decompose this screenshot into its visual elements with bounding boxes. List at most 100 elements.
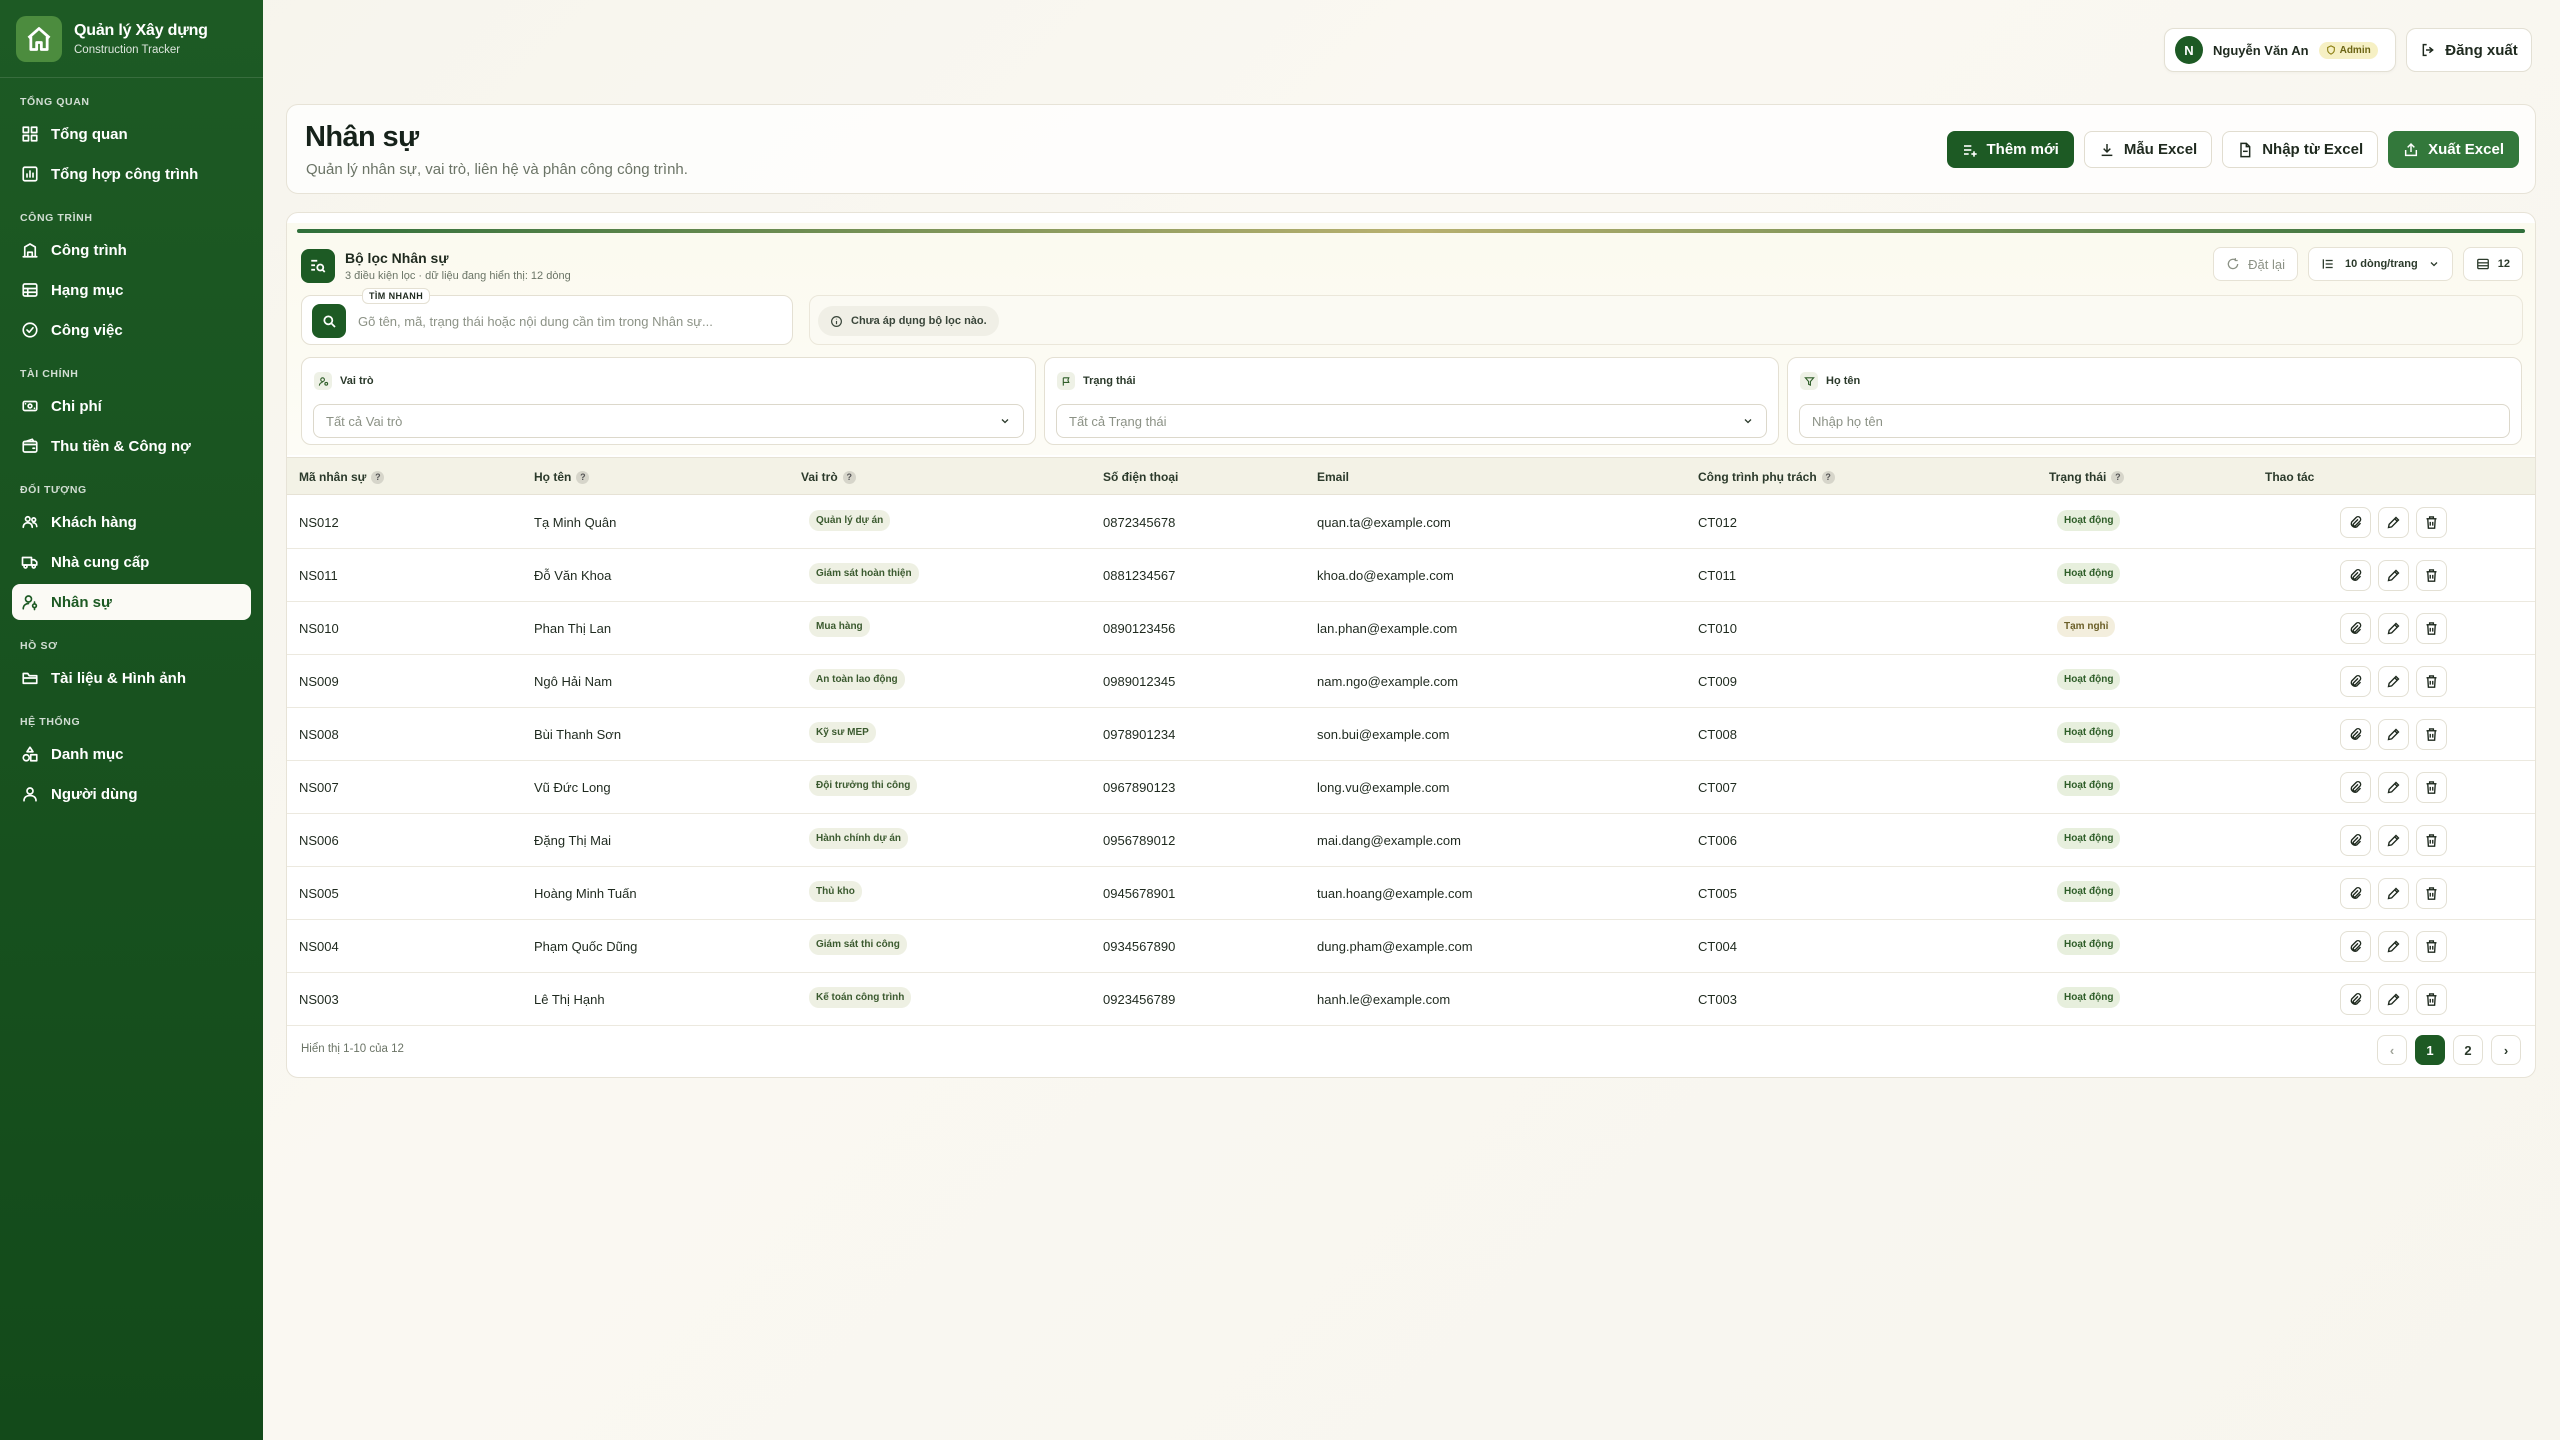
sidebar-item[interactable]: Công việc — [12, 312, 251, 348]
edit-button[interactable] — [2378, 931, 2409, 962]
col-name[interactable]: Họ tên? — [534, 470, 590, 484]
attach-button[interactable] — [2340, 878, 2371, 909]
table-row[interactable]: NS010 Phan Thị Lan Mua hàng 0890123456 lan.p… — [287, 602, 2535, 655]
sidebar-item[interactable]: Nhà cung cấp — [12, 544, 251, 580]
delete-button[interactable] — [2416, 825, 2447, 856]
attach-button[interactable] — [2340, 984, 2371, 1015]
attach-button[interactable] — [2340, 719, 2371, 750]
edit-button[interactable] — [2378, 984, 2409, 1015]
nav-section-title: CÔNG TRÌNH — [20, 212, 93, 224]
status-select[interactable]: Tất cả Trạng thái — [1056, 404, 1767, 438]
add-button[interactable]: Thêm mới — [1946, 131, 2074, 168]
delete-button[interactable] — [2416, 772, 2447, 803]
user-menu[interactable]: N Nguyễn Văn An Admin — [2164, 28, 2396, 72]
nav-section-title: TỔNG QUAN — [20, 96, 90, 108]
sidebar-item[interactable]: Tổng hợp công trình — [12, 156, 251, 192]
attach-button[interactable] — [2340, 666, 2371, 697]
import-excel-button[interactable]: Nhập từ Excel — [2222, 131, 2379, 168]
table-row[interactable]: NS006 Đặng Thị Mai Hành chính dự án 0956789… — [287, 814, 2535, 867]
cell-email: long.vu@example.com — [1317, 780, 1450, 795]
excel-template-button[interactable]: Mẫu Excel — [2083, 131, 2213, 168]
delete-button[interactable] — [2416, 878, 2447, 909]
search-icon[interactable] — [312, 304, 346, 338]
edit-button[interactable] — [2378, 613, 2409, 644]
sidebar-item[interactable]: Danh mục — [12, 736, 251, 772]
search-input[interactable] — [358, 310, 778, 332]
edit-button[interactable] — [2378, 719, 2409, 750]
cell-phone: 0945678901 — [1103, 886, 1176, 901]
sidebar-item[interactable]: Nhân sự — [12, 584, 251, 620]
col-code-label: Mã nhân sự — [299, 470, 367, 484]
sidebar-item[interactable]: Tài liệu & Hình ảnh — [12, 660, 251, 696]
cell-name: Lê Thị Hạnh — [534, 992, 605, 1007]
delete-button[interactable] — [2416, 507, 2447, 538]
cell-code: NS006 — [299, 833, 339, 848]
col-role[interactable]: Vai trò? — [801, 470, 856, 484]
pencil-icon — [2387, 834, 2400, 847]
paperclip-icon — [2350, 516, 2362, 528]
table-row[interactable]: NS004 Phạm Quốc Dũng Giám sát thi công 0934… — [287, 920, 2535, 973]
table-row[interactable]: NS003 Lê Thị Hạnh Kế toán công trình 092345… — [287, 973, 2535, 1026]
reset-filter-button[interactable]: Đặt lại — [2213, 247, 2299, 281]
delete-button[interactable] — [2416, 613, 2447, 644]
attach-button[interactable] — [2340, 931, 2371, 962]
attach-button[interactable] — [2340, 560, 2371, 591]
cell-phone: 0890123456 — [1103, 621, 1176, 636]
edit-button[interactable] — [2378, 825, 2409, 856]
delete-button[interactable] — [2416, 984, 2447, 1015]
col-status[interactable]: Trạng thái? — [2049, 470, 2125, 484]
status-badge: Hoạt động — [2057, 934, 2121, 955]
attach-button[interactable] — [2340, 772, 2371, 803]
page-1-button[interactable]: 1 — [2415, 1035, 2445, 1065]
file-icon — [2240, 142, 2251, 157]
col-code[interactable]: Mã nhân sự? — [299, 470, 385, 484]
name-input[interactable]: Nhập họ tên — [1799, 404, 2510, 438]
paperclip-icon — [2350, 675, 2362, 687]
next-page-button[interactable]: › — [2491, 1035, 2521, 1065]
sidebar-item[interactable]: Người dùng — [12, 776, 251, 812]
sidebar-item[interactable]: Công trình — [12, 232, 251, 268]
sidebar-item[interactable]: Khách hàng — [12, 504, 251, 540]
table-row[interactable]: NS007 Vũ Đức Long Đội trưởng thi công 09678… — [287, 761, 2535, 814]
sidebar-item[interactable]: Hạng mục — [12, 272, 251, 308]
brand[interactable]: Quản lý Xây dựng Construction Tracker — [0, 0, 263, 78]
col-project[interactable]: Công trình phụ trách? — [1698, 470, 1835, 484]
attach-button[interactable] — [2340, 613, 2371, 644]
sidebar-item[interactable]: Chi phí — [12, 388, 251, 424]
sidebar-item[interactable]: Tổng quan — [12, 116, 251, 152]
export-excel-button[interactable]: Xuất Excel — [2388, 131, 2519, 168]
table-row[interactable]: NS008 Bùi Thanh Sơn Kỹ sư MEP 0978901234 son… — [287, 708, 2535, 761]
edit-button[interactable] — [2378, 878, 2409, 909]
table-row[interactable]: NS011 Đỗ Văn Khoa Giám sát hoàn thiện 08812… — [287, 549, 2535, 602]
edit-button[interactable] — [2378, 772, 2409, 803]
cell-name: Đỗ Văn Khoa — [534, 568, 612, 583]
attach-button[interactable] — [2340, 507, 2371, 538]
status-select-value: Tất cả Trạng thái — [1069, 413, 1167, 429]
page-2-button[interactable]: 2 — [2453, 1035, 2483, 1065]
edit-button[interactable] — [2378, 507, 2409, 538]
sidebar-item[interactable]: Thu tiền & Công nợ — [12, 428, 251, 464]
table-row[interactable]: NS005 Hoàng Minh Tuấn Thủ kho 0945678901 tua… — [287, 867, 2535, 920]
role-select[interactable]: Tất cả Vai trò — [313, 404, 1024, 438]
prev-page-button[interactable]: ‹ — [2377, 1035, 2407, 1065]
paperclip-icon — [2350, 887, 2362, 899]
delete-button[interactable] — [2416, 666, 2447, 697]
logout-button[interactable]: Đăng xuất — [2406, 28, 2532, 72]
pencil-icon — [2387, 940, 2400, 953]
delete-button[interactable] — [2416, 560, 2447, 591]
col-actions-label: Thao tác — [2265, 470, 2315, 484]
edit-button[interactable] — [2378, 560, 2409, 591]
table-row[interactable]: NS009 Ngô Hải Nam An toàn lao động 09890123… — [287, 655, 2535, 708]
table-row[interactable]: NS012 Tạ Minh Quân Quản lý dự án 0872345678… — [287, 496, 2535, 549]
info-icon — [831, 315, 842, 327]
edit-button[interactable] — [2378, 666, 2409, 697]
page-size-select[interactable]: 10 dòng/trang — [2308, 247, 2453, 281]
role-label: Admin — [2339, 44, 2371, 56]
col-phone[interactable]: Số điện thoại — [1103, 470, 1178, 484]
col-email[interactable]: Email — [1317, 470, 1349, 484]
delete-button[interactable] — [2416, 931, 2447, 962]
paperclip-icon — [2350, 569, 2362, 581]
delete-button[interactable] — [2416, 719, 2447, 750]
cell-code: NS004 — [299, 939, 339, 954]
attach-button[interactable] — [2340, 825, 2371, 856]
